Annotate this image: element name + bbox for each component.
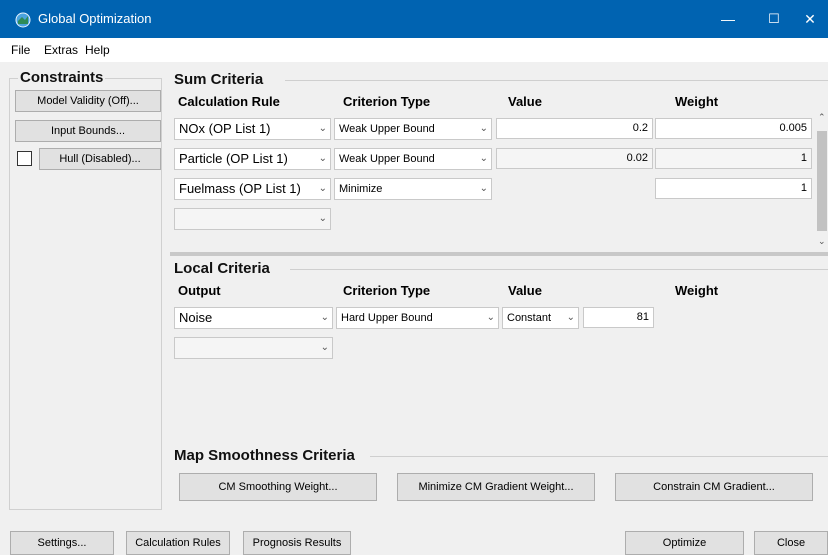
minimize-cm-gradient-weight-button[interactable]: Minimize CM Gradient Weight... [397, 473, 595, 501]
criterion-type-select[interactable]: Weak Upper Bound ⌄ [334, 148, 492, 170]
hull-checkbox[interactable] [17, 151, 32, 166]
col-criterion-type: Criterion Type [343, 283, 431, 298]
weight-field[interactable]: 1 [655, 178, 812, 199]
chevron-down-icon: ⌄ [566, 312, 575, 323]
output-select-empty[interactable]: ⌄ [174, 337, 333, 359]
calc-rule-value: NOx (OP List 1) [179, 121, 271, 136]
settings-button[interactable]: Settings... [10, 531, 114, 555]
col-weight: Weight [675, 283, 719, 298]
calc-rule-value: Fuelmass (OP List 1) [179, 181, 301, 196]
criterion-type-select[interactable]: Weak Upper Bound ⌄ [334, 118, 492, 140]
scrollbar-thumb[interactable] [817, 131, 827, 231]
menu-bar [0, 38, 828, 62]
criterion-type-select[interactable]: Hard Upper Bound ⌄ [336, 307, 499, 329]
calc-rule-select[interactable]: Fuelmass (OP List 1) ⌄ [174, 178, 331, 200]
local-criteria-divider [290, 269, 828, 270]
chevron-down-icon: ⌄ [479, 123, 488, 134]
menu-file[interactable]: File [11, 43, 30, 57]
value-field[interactable]: 0.2 [496, 118, 653, 139]
criterion-type-value: Weak Upper Bound [339, 153, 435, 165]
chevron-down-icon: ⌄ [479, 183, 488, 194]
close-button[interactable]: Close [754, 531, 828, 555]
col-criterion-type: Criterion Type [343, 94, 431, 109]
output-select[interactable]: Noise ⌄ [174, 307, 333, 329]
criterion-type-value: Minimize [339, 183, 383, 195]
model-validity-button[interactable]: Model Validity (Off)... [15, 90, 161, 112]
col-weight: Weight [675, 94, 719, 109]
menu-help[interactable]: Help [85, 43, 110, 57]
app-icon [15, 12, 31, 28]
calc-rule-value: Particle (OP List 1) [179, 151, 288, 166]
calculation-rules-button[interactable]: Calculation Rules [126, 531, 230, 555]
value-mode-select[interactable]: Constant ⌄ [502, 307, 579, 329]
cm-smoothing-weight-button[interactable]: CM Smoothing Weight... [179, 473, 377, 501]
chevron-down-icon: ⌄ [320, 312, 329, 323]
weight-field[interactable]: 1 [655, 148, 812, 169]
chevron-down-icon: ⌄ [318, 123, 327, 134]
col-output: Output [178, 283, 221, 298]
close-window-button[interactable]: ✕ [787, 0, 828, 38]
constraints-panel [9, 78, 162, 510]
chevron-down-icon: ⌄ [486, 312, 495, 323]
calc-rule-select[interactable]: NOx (OP List 1) ⌄ [174, 118, 331, 140]
col-calculation-rule: Calculation Rule [178, 94, 280, 109]
output-value: Noise [179, 310, 213, 325]
local-criteria-title: Local Criteria [174, 260, 270, 277]
sum-criteria-title: Sum Criteria [174, 71, 264, 88]
weight-field[interactable]: 0.005 [655, 118, 812, 139]
criterion-type-select[interactable]: Minimize ⌄ [334, 178, 492, 200]
value-field[interactable]: 81 [583, 307, 654, 328]
sum-criteria-divider [285, 80, 828, 81]
chevron-down-icon: ⌄ [318, 153, 327, 164]
minimize-button[interactable]: — [705, 0, 751, 38]
hull-button[interactable]: Hull (Disabled)... [39, 148, 161, 170]
scroll-down-icon[interactable]: ⌄ [818, 236, 826, 247]
chevron-down-icon: ⌄ [318, 183, 327, 194]
calc-rule-select-empty[interactable]: ⌄ [174, 208, 331, 230]
col-value: Value [508, 283, 542, 298]
map-smoothness-divider [370, 456, 828, 457]
pane-splitter[interactable] [170, 252, 828, 256]
constrain-cm-gradient-button[interactable]: Constrain CM Gradient... [615, 473, 813, 501]
col-value: Value [508, 94, 542, 109]
input-bounds-button[interactable]: Input Bounds... [15, 120, 161, 142]
optimize-button[interactable]: Optimize [625, 531, 744, 555]
map-smoothness-title: Map Smoothness Criteria [174, 447, 355, 464]
chevron-down-icon: ⌄ [320, 342, 329, 353]
criterion-type-value: Hard Upper Bound [341, 312, 433, 324]
criterion-type-value: Weak Upper Bound [339, 123, 435, 135]
value-field[interactable]: 0.02 [496, 148, 653, 169]
chevron-down-icon: ⌄ [479, 153, 488, 164]
calc-rule-select[interactable]: Particle (OP List 1) ⌄ [174, 148, 331, 170]
menu-extras[interactable]: Extras [44, 43, 78, 57]
value-mode-value: Constant [507, 312, 552, 324]
scroll-up-icon[interactable]: ⌃ [818, 112, 826, 123]
window-title: Global Optimization [38, 11, 152, 26]
constraints-title: Constraints [18, 69, 106, 86]
chevron-down-icon: ⌄ [318, 213, 327, 224]
prognosis-results-button[interactable]: Prognosis Results [243, 531, 351, 555]
